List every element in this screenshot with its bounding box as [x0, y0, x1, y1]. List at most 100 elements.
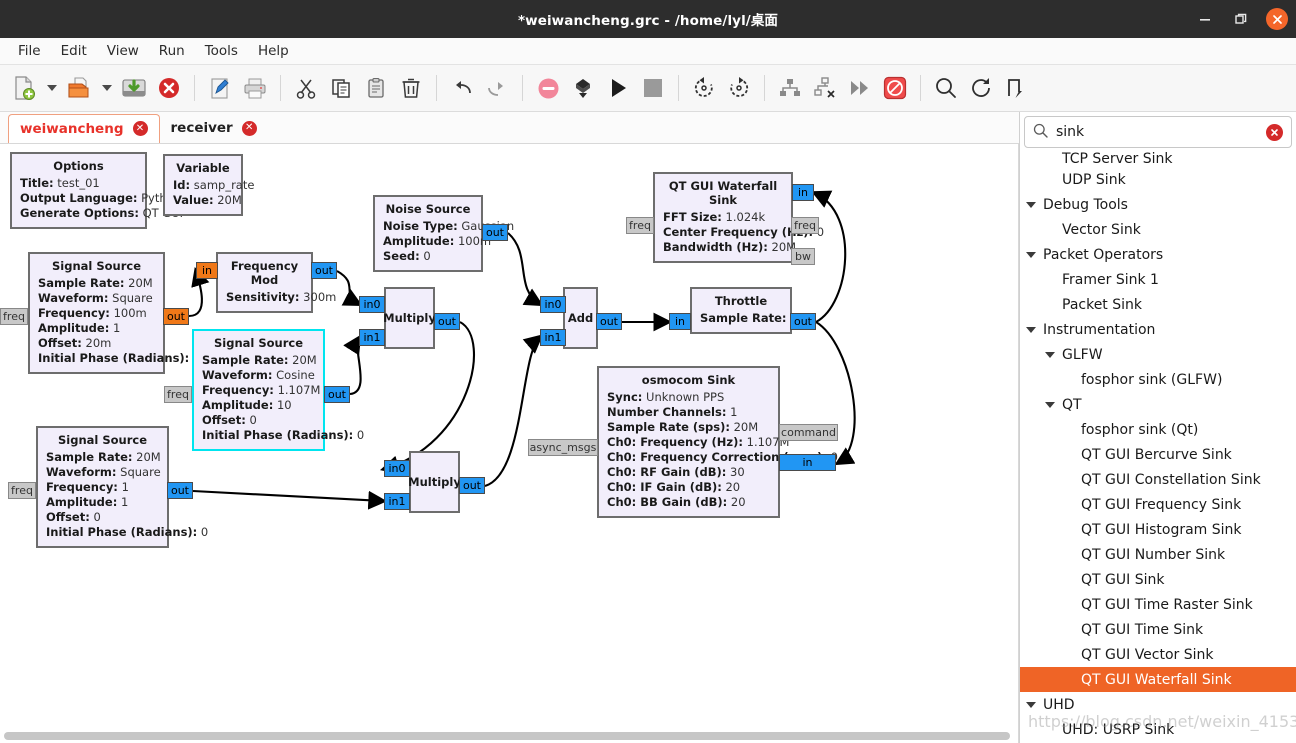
chevron-down-icon[interactable]	[1026, 701, 1036, 708]
maximize-icon[interactable]	[1230, 8, 1252, 30]
close-flowgraph-icon[interactable]	[152, 70, 186, 106]
reload-icon[interactable]	[964, 70, 998, 106]
block-signal-source-3[interactable]: Signal Source Sample Rate: 20M Waveform: S…	[36, 426, 208, 548]
tree-item-fosphor-sink-qt-[interactable]: fosphor sink (Qt)	[1020, 417, 1296, 442]
tree-item-qt-gui-number-sink[interactable]: QT GUI Number Sink	[1020, 542, 1296, 567]
block-osmocom-sink[interactable]: osmocom Sink Sync: Unknown PPS Number Chan…	[597, 366, 838, 518]
undo-icon[interactable]	[445, 70, 479, 106]
flowgraph-surface[interactable]: Options Title: test_01 Output Language: Py…	[0, 144, 1018, 743]
port-bw[interactable]: bw	[791, 248, 815, 265]
port-in[interactable]: in	[196, 262, 218, 279]
port-command[interactable]: command	[779, 424, 838, 441]
tree-item-qt-gui-bercurve-sink[interactable]: QT GUI Bercurve Sink	[1020, 442, 1296, 467]
tree-item-framer-sink-1[interactable]: Framer Sink 1	[1020, 267, 1296, 292]
chevron-down-icon[interactable]	[1045, 401, 1055, 408]
tab-close-icon[interactable]: ✕	[132, 121, 148, 136]
find-icon[interactable]	[929, 70, 963, 106]
bypass-icon[interactable]	[843, 70, 877, 106]
tree-item-qt-gui-constellation-sink[interactable]: QT GUI Constellation Sink	[1020, 467, 1296, 492]
tree-item-uhd-usrp-sink[interactable]: UHD: USRP Sink	[1020, 717, 1296, 742]
port-in[interactable]: in	[792, 184, 814, 201]
tree-item-debug-tools[interactable]: Debug Tools	[1020, 192, 1296, 217]
menu-run[interactable]: Run	[150, 40, 194, 62]
tree-item-uhd[interactable]: UHD	[1020, 692, 1296, 717]
port-freq[interactable]: freq	[626, 217, 654, 234]
tree-item-udp-sink[interactable]: UDP Sink	[1020, 167, 1296, 192]
menu-help[interactable]: Help	[249, 40, 298, 62]
execute-icon[interactable]	[601, 70, 635, 106]
cut-icon[interactable]	[289, 70, 323, 106]
port-freq[interactable]: freq	[164, 386, 192, 403]
toggle-icon[interactable]	[878, 70, 912, 106]
tree-item-packet-operators[interactable]: Packet Operators	[1020, 242, 1296, 267]
tree-item-vector-sink[interactable]: Vector Sink	[1020, 217, 1296, 242]
exit-icon[interactable]	[999, 70, 1033, 106]
chevron-down-icon[interactable]	[1045, 351, 1055, 358]
block-frequency-mod[interactable]: Frequency Mod Sensitivity: 300m	[216, 252, 336, 313]
port-freq[interactable]: freq	[0, 308, 28, 325]
block-multiply-1[interactable]: Multiply	[383, 287, 436, 349]
open-file-dropdown-icon[interactable]	[97, 70, 116, 106]
block-tree[interactable]: TCP Server Sink UDP Sink Debug Tools Vector…	[1020, 148, 1296, 743]
new-file-icon[interactable]	[7, 70, 41, 106]
tree-item-qt-gui-vector-sink[interactable]: QT GUI Vector Sink	[1020, 642, 1296, 667]
tree-item-fosphor-sink-glfw-[interactable]: fosphor sink (GLFW)	[1020, 367, 1296, 392]
block-noise-source[interactable]: Noise Source Noise Type: GaussianAmplitud…	[373, 195, 514, 272]
port-in1[interactable]: in1	[384, 493, 410, 510]
tree-item-qt-gui-time-sink[interactable]: QT GUI Time Sink	[1020, 617, 1296, 642]
tree-item-tcp-server-sink[interactable]: TCP Server Sink	[1020, 149, 1296, 167]
port-in1[interactable]: in1	[540, 329, 566, 346]
port-out[interactable]: out	[482, 224, 508, 241]
print-icon[interactable]	[238, 70, 272, 106]
port-out[interactable]: out	[163, 308, 189, 325]
block-qt-gui-waterfall-sink[interactable]: QT GUI Waterfall Sink FFT Size: 1.024k Cen…	[653, 172, 824, 263]
tab-weiwancheng[interactable]: weiwancheng ✕	[8, 114, 160, 143]
tab-receiver[interactable]: receiver ✕	[160, 114, 268, 143]
port-out[interactable]: out	[790, 313, 816, 330]
tab-close-icon[interactable]: ✕	[241, 120, 257, 136]
tree-item-qt[interactable]: QT	[1020, 392, 1296, 417]
clear-icon[interactable]	[1266, 123, 1283, 141]
tree-item-packet-sink[interactable]: Packet Sink	[1020, 292, 1296, 317]
block-search-bar[interactable]	[1024, 116, 1292, 148]
port-out[interactable]: out	[311, 262, 337, 279]
block-throttle[interactable]: Throttle Sample Rate: 20M	[690, 287, 815, 334]
kill-icon[interactable]	[636, 70, 670, 106]
menu-view[interactable]: View	[98, 40, 148, 62]
rotate-right-icon[interactable]	[722, 70, 756, 106]
close-icon[interactable]	[1266, 8, 1288, 30]
tree-item-qt-gui-waterfall-sink[interactable]: QT GUI Waterfall Sink	[1020, 667, 1296, 692]
block-multiply-2[interactable]: Multiply	[408, 451, 461, 513]
menu-tools[interactable]: Tools	[196, 40, 247, 62]
port-out[interactable]: out	[459, 477, 485, 494]
save-icon[interactable]	[117, 70, 151, 106]
paste-icon[interactable]	[359, 70, 393, 106]
generate-icon[interactable]	[566, 70, 600, 106]
block-signal-source-1[interactable]: Signal Source Sample Rate: 20M Waveform: S…	[28, 252, 200, 374]
block-add[interactable]: Add	[563, 287, 598, 349]
redo-icon[interactable]	[480, 70, 514, 106]
port-in[interactable]: in	[779, 454, 836, 471]
errors-icon[interactable]	[531, 70, 565, 106]
chevron-down-icon[interactable]	[1026, 326, 1036, 333]
menu-edit[interactable]: Edit	[52, 40, 96, 62]
port-out[interactable]: out	[434, 313, 460, 330]
tree-item-glfw[interactable]: GLFW	[1020, 342, 1296, 367]
port-out[interactable]: out	[596, 313, 622, 330]
block-variable[interactable]: Variable Id: samp_rate Value: 20M	[163, 154, 254, 216]
disable-icon[interactable]	[808, 70, 842, 106]
port-freq[interactable]: freq	[791, 217, 819, 234]
chevron-down-icon[interactable]	[1026, 201, 1036, 208]
tree-item-qt-gui-time-raster-sink[interactable]: QT GUI Time Raster Sink	[1020, 592, 1296, 617]
tree-item-qt-gui-sink[interactable]: QT GUI Sink	[1020, 567, 1296, 592]
port-out[interactable]: out	[167, 482, 193, 499]
new-file-dropdown-icon[interactable]	[42, 70, 61, 106]
tree-item-qt-gui-frequency-sink[interactable]: QT GUI Frequency Sink	[1020, 492, 1296, 517]
minimize-icon[interactable]	[1194, 8, 1216, 30]
port-in0[interactable]: in0	[540, 296, 566, 313]
tree-item-instrumentation[interactable]: Instrumentation	[1020, 317, 1296, 342]
port-freq[interactable]: freq	[8, 482, 36, 499]
block-options[interactable]: Options Title: test_01 Output Language: Py…	[10, 152, 183, 229]
canvas-horizontal-scrollbar[interactable]	[4, 732, 1010, 740]
flowgraph-canvas[interactable]: Options Title: test_01 Output Language: Py…	[0, 144, 1019, 743]
